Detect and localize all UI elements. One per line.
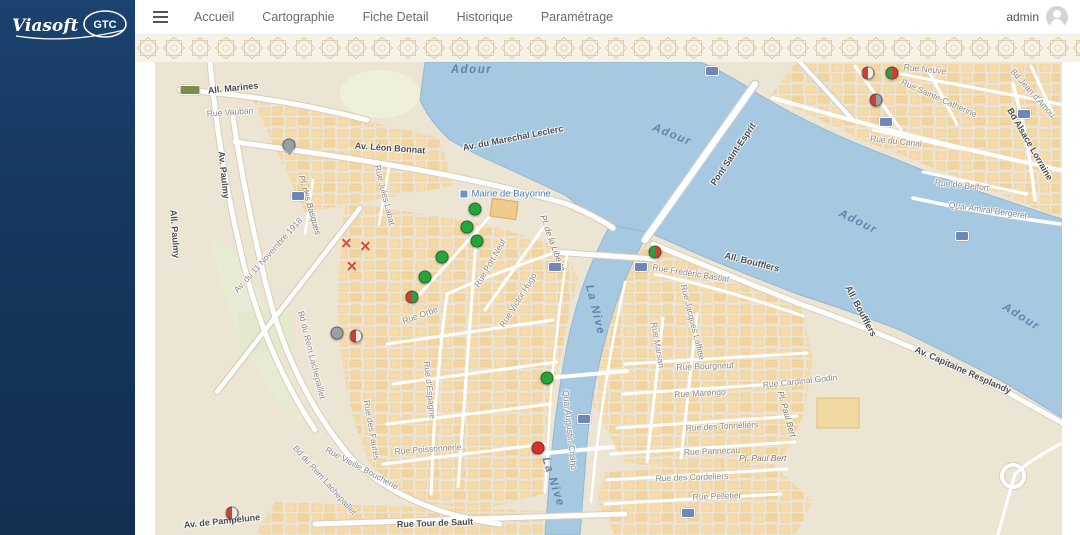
nav-fiche-detail[interactable]: Fiche Detail [363, 10, 429, 24]
map-markers-layer: ✕ ✕ ✕ [155, 62, 1062, 535]
status-marker[interactable] [418, 270, 432, 284]
status-marker[interactable] [435, 250, 449, 264]
nav-historique[interactable]: Historique [457, 10, 513, 24]
status-marker[interactable] [470, 234, 484, 248]
alarm-cross-marker[interactable]: ✕ [360, 239, 372, 253]
user-menu[interactable]: admin [1006, 6, 1068, 28]
alarm-cross-marker[interactable]: ✕ [341, 236, 353, 250]
logo-text-viasoft: Viasoft [12, 16, 79, 36]
menu-toggle-button[interactable] [149, 7, 172, 27]
status-marker-split[interactable] [869, 93, 883, 107]
decorative-pattern-band [135, 35, 1080, 62]
alarm-cross-marker[interactable]: ✕ [346, 259, 358, 273]
user-avatar-icon [1046, 6, 1068, 28]
logo-graphic: Viasoft GTC [12, 10, 127, 40]
nav-parametrage[interactable]: Paramétrage [541, 10, 613, 24]
status-marker-split[interactable] [405, 290, 419, 304]
status-marker[interactable] [540, 371, 554, 385]
status-marker-split[interactable] [349, 329, 363, 343]
nav-cartographie[interactable]: Cartographie [262, 10, 334, 24]
main-nav: Accueil Cartographie Fiche Detail Histor… [194, 10, 613, 24]
status-marker[interactable] [330, 326, 344, 340]
map-canvas[interactable]: Adour Adour Adour Adour La Nive La Nive All. M… [155, 62, 1062, 535]
status-marker[interactable] [468, 202, 482, 216]
user-name: admin [1006, 10, 1039, 24]
status-marker-split[interactable] [225, 506, 239, 520]
status-marker-split[interactable] [648, 245, 662, 259]
nav-accueil[interactable]: Accueil [194, 10, 234, 24]
sidebar: Viasoft GTC [0, 0, 135, 535]
logo-text-gtc: GTC [93, 19, 116, 31]
status-marker[interactable] [460, 220, 474, 234]
app-logo: Viasoft GTC [0, 0, 135, 50]
status-pin-marker[interactable] [282, 138, 296, 152]
status-marker-split[interactable] [885, 66, 899, 80]
status-marker-split[interactable] [861, 66, 875, 80]
top-navigation-bar: Accueil Cartographie Fiche Detail Histor… [135, 0, 1080, 35]
status-marker[interactable] [531, 441, 545, 455]
